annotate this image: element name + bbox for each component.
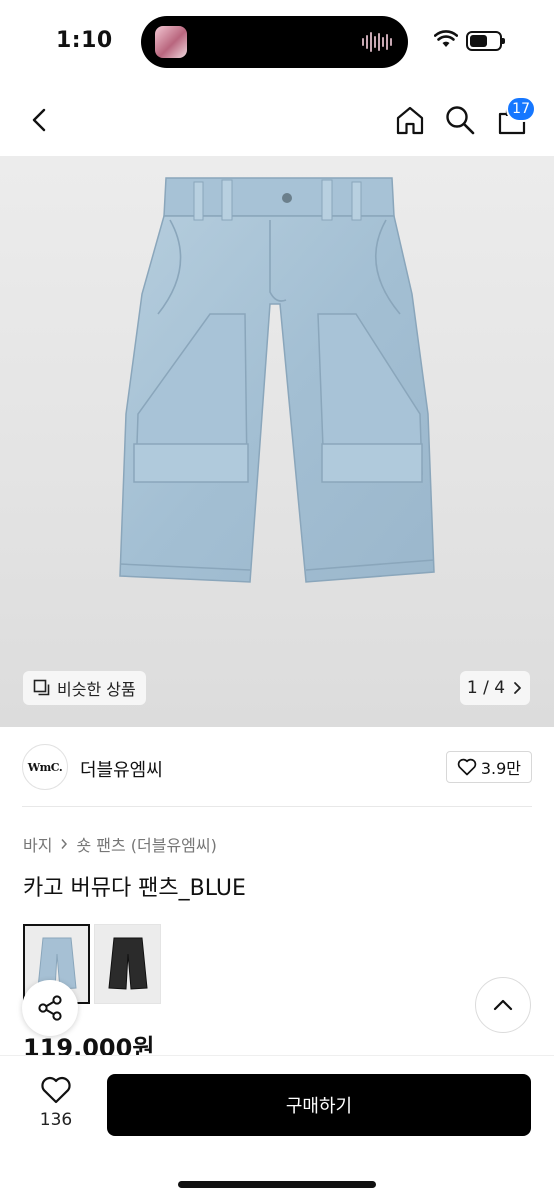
back-arrow-icon xyxy=(32,108,46,132)
brand-name[interactable]: 더블유엠씨 xyxy=(80,756,163,782)
status-bar: 1:10 xyxy=(0,0,554,84)
top-nav: 17 xyxy=(0,84,554,156)
breadcrumb-item[interactable]: 바지 xyxy=(23,832,52,856)
scroll-to-top-button[interactable] xyxy=(475,977,531,1033)
copy-icon xyxy=(33,679,50,696)
chevron-right-icon xyxy=(514,682,521,694)
product-image-carousel[interactable]: 비슷한 상품 1 / 4 xyxy=(0,156,554,727)
wifi-icon xyxy=(434,30,458,47)
home-indicator xyxy=(178,1181,376,1188)
battery-level xyxy=(470,35,487,47)
home-icon xyxy=(396,106,424,135)
home-button[interactable] xyxy=(392,102,428,138)
chevron-up-icon xyxy=(493,999,513,1011)
buy-button[interactable]: 구매하기 xyxy=(107,1074,531,1136)
heart-icon xyxy=(41,1076,71,1104)
breadcrumb-item[interactable]: 숏 팬츠 (더블유엠씨) xyxy=(76,832,216,856)
heart-icon xyxy=(457,758,477,776)
bottom-action-bar: 136 구매하기 xyxy=(0,1055,554,1200)
now-playing-artwork xyxy=(155,26,187,58)
product-photo xyxy=(119,177,435,583)
cart-button[interactable]: 17 xyxy=(494,96,536,138)
divider xyxy=(22,806,532,807)
share-icon xyxy=(38,995,62,1021)
search-icon xyxy=(446,106,475,135)
back-button[interactable] xyxy=(22,102,58,138)
brand-row: WmC. 더블유엠씨 3.9만 xyxy=(22,740,532,794)
product-title: 카고 버뮤다 팬츠_BLUE xyxy=(23,876,246,901)
similar-products-label: 비슷한 상품 xyxy=(57,680,136,699)
image-pager-count: 1 / 4 xyxy=(466,678,506,698)
dynamic-island[interactable] xyxy=(141,16,408,68)
breadcrumb: 바지 숏 팬츠 (더블유엠씨) xyxy=(23,832,217,856)
brand-logo[interactable]: WmC. xyxy=(22,744,68,790)
chevron-right-icon xyxy=(61,839,68,849)
wishlist-button[interactable]: 136 xyxy=(30,1076,82,1130)
search-button[interactable] xyxy=(442,102,478,138)
audio-waveform-icon xyxy=(362,31,394,53)
wishlist-count: 136 xyxy=(39,1110,73,1130)
variant-thumb-black[interactable] xyxy=(94,924,161,1004)
brand-like-button[interactable]: 3.9만 xyxy=(445,751,532,783)
image-pager[interactable]: 1 / 4 xyxy=(460,671,530,705)
status-time: 1:10 xyxy=(56,28,113,53)
variant-image-black xyxy=(107,937,148,990)
similar-products-button[interactable]: 비슷한 상품 xyxy=(23,671,146,705)
battery-icon xyxy=(466,31,505,51)
cart-count-badge: 17 xyxy=(506,96,536,122)
brand-like-count: 3.9만 xyxy=(480,759,521,778)
